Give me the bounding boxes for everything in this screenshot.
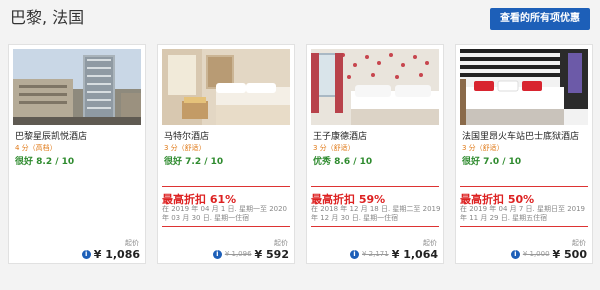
price-from-label: 起价 bbox=[572, 239, 586, 247]
divider bbox=[162, 186, 290, 187]
review-score: 很好 7.0 / 10 bbox=[462, 157, 522, 167]
hotel-name[interactable]: 王子康德酒店 bbox=[313, 129, 367, 142]
price-row: i ¥ 2,171 ¥ 1,064 bbox=[350, 247, 438, 261]
original-price: ¥ 1,000 bbox=[522, 250, 550, 258]
hotel-photo[interactable] bbox=[162, 49, 290, 125]
hotel-card[interactable]: 马特尔酒店 3 分（舒适） 很好 7.2 / 10 最高折扣 61% 在 201… bbox=[157, 44, 295, 264]
hotel-photo[interactable] bbox=[311, 49, 439, 125]
info-icon[interactable]: i bbox=[350, 249, 359, 259]
deal-dates: 在 2018 年 12 月 18 日. 星期二至 2019 年 12 月 30 … bbox=[311, 205, 441, 222]
review-score: 很好 8.2 / 10 bbox=[15, 157, 75, 167]
hotel-name[interactable]: 法国里昂火车站巴士底狱酒店 bbox=[462, 129, 579, 142]
divider bbox=[311, 226, 439, 227]
price-from-label: 起价 bbox=[125, 239, 139, 247]
price-row: i ¥ 1,000 ¥ 500 bbox=[510, 247, 587, 261]
hotel-card[interactable]: 法国里昂火车站巴士底狱酒店 3 分（舒适） 很好 7.0 / 10 最高折扣 5… bbox=[455, 44, 593, 264]
original-price: ¥ 2,171 bbox=[362, 250, 389, 258]
info-icon[interactable]: i bbox=[81, 249, 91, 259]
price: ¥ 592 bbox=[254, 247, 289, 261]
deal-dates: 在 2019 年 04 月 7 日. 星期日至 2019 年 11 月 29 日… bbox=[460, 205, 586, 222]
review-score: 很好 7.2 / 10 bbox=[164, 157, 224, 167]
star-rating: 3 分（舒适） bbox=[313, 144, 355, 152]
hotel-photo[interactable] bbox=[460, 49, 588, 125]
divider bbox=[460, 186, 588, 187]
hotel-card[interactable]: 王子康德酒店 3 分（舒适） 优秀 8.6 / 10 最高折扣 59% 在 20… bbox=[306, 44, 444, 264]
original-price: ¥ 1,096 bbox=[224, 250, 252, 258]
price-from-label: 起价 bbox=[274, 239, 288, 247]
deal-dates: 在 2019 年 04 月 1 日. 星期一至 2020 年 03 月 30 日… bbox=[162, 205, 288, 222]
divider bbox=[311, 186, 439, 187]
hotel-name[interactable]: 马特尔酒店 bbox=[164, 129, 209, 142]
star-rating: 3 分（舒适） bbox=[462, 144, 504, 152]
hotel-photo[interactable] bbox=[13, 49, 141, 125]
hotel-name[interactable]: 巴黎星辰凯悦酒店 bbox=[15, 129, 87, 142]
header: 巴黎, 法国 查看的所有项优惠 bbox=[10, 6, 590, 30]
hotel-card-list: 巴黎星辰凯悦酒店 4 分（高档） 很好 8.2 / 10 起价 i ¥ 1,08… bbox=[8, 44, 594, 264]
star-rating: 3 分（舒适） bbox=[164, 144, 206, 152]
price: ¥ 1,086 bbox=[93, 247, 140, 261]
divider bbox=[460, 226, 588, 227]
price-from-label: 起价 bbox=[423, 239, 437, 247]
view-all-deals-button[interactable]: 查看的所有项优惠 bbox=[490, 8, 590, 30]
price-row: i ¥ 1,096 ¥ 592 bbox=[212, 247, 289, 261]
info-icon[interactable]: i bbox=[510, 249, 520, 259]
price-row: i ¥ 1,086 bbox=[81, 247, 140, 261]
review-score: 优秀 8.6 / 10 bbox=[313, 157, 373, 167]
price: ¥ 500 bbox=[552, 247, 587, 261]
info-icon[interactable]: i bbox=[212, 249, 222, 259]
price: ¥ 1,064 bbox=[391, 247, 438, 261]
hotel-card[interactable]: 巴黎星辰凯悦酒店 4 分（高档） 很好 8.2 / 10 起价 i ¥ 1,08… bbox=[8, 44, 146, 264]
divider bbox=[162, 226, 290, 227]
page-title: 巴黎, 法国 bbox=[10, 8, 85, 27]
star-rating: 4 分（高档） bbox=[15, 144, 57, 152]
